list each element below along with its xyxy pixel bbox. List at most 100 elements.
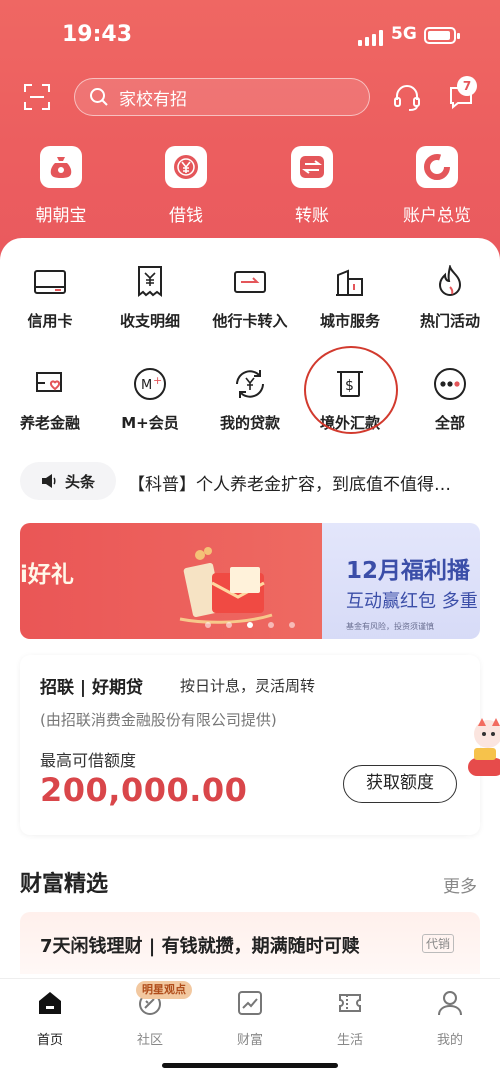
city-building-icon [336, 269, 363, 296]
ticket-icon [339, 994, 361, 1012]
loan-amount-label: 最高可借额度 [40, 751, 137, 770]
quick-item-overview[interactable]: 账户总览 [387, 146, 487, 226]
service-label: 我的贷款 [219, 414, 280, 432]
banner-left-text: i好礼 [20, 562, 74, 588]
news-tag-label: 头条 [64, 472, 95, 491]
service-city[interactable]: 城市服务 [300, 262, 400, 331]
more-dots-icon [434, 368, 466, 400]
signal-icon [358, 30, 384, 46]
pagination-dot [205, 622, 211, 628]
network-type: 5G [391, 24, 417, 44]
m-plus-icon: M + [134, 368, 166, 400]
loan-subtitle: 按日计息，灵活周转 [180, 677, 316, 695]
battery-icon [424, 27, 460, 44]
wealth-product-tag: 代销 [422, 934, 455, 953]
banner-right-disclaimer: 基金有风险，投资须谨慎 [346, 622, 434, 631]
home-indicator [162, 1063, 338, 1068]
get-credit-limit-button[interactable]: 获取额度 [343, 765, 457, 803]
customer-service-icon[interactable] [392, 82, 422, 112]
gift-illustration [179, 547, 273, 624]
wealth-product-title: 7天闲钱理财 | 有钱就攒，期满随时可赎 [40, 936, 360, 957]
pagination-dot [226, 622, 232, 628]
speaker-icon [41, 474, 56, 488]
quick-item-label: 转账 [295, 206, 329, 226]
service-all[interactable]: 全部 [400, 364, 500, 433]
service-label: 城市服务 [319, 312, 380, 330]
tab-label: 我的 [436, 1033, 463, 1048]
quick-item-label: 借钱 [169, 206, 203, 226]
news-ticker[interactable]: 头条 【科普】个人养老金扩容，到底值不值得… [20, 462, 490, 502]
loan-amount: 200,000.00 [40, 771, 248, 809]
svg-text:+: + [153, 374, 162, 387]
quick-item-borrow[interactable]: 借钱 [136, 146, 236, 226]
community-promo-pill: 明星观点 [136, 981, 192, 999]
service-label: 他行卡转入 [212, 312, 288, 330]
banner-right-title: 12月福利播 [346, 558, 471, 584]
loan-card[interactable]: 招联 | 好期贷 按日计息，灵活周转 (由招联消费金融股份有限公司提供) 最高可… [20, 655, 480, 835]
scan-icon[interactable] [24, 84, 50, 110]
news-headline: 【科普】个人养老金扩容，到底值不值得… [128, 475, 451, 495]
search-placeholder: 家校有招 [119, 89, 187, 110]
tab-label: 财富 [236, 1033, 263, 1048]
wealth-section-title: 财富精选 [20, 872, 109, 897]
banner-pagination [205, 622, 310, 628]
tab-label: 生活 [336, 1033, 363, 1048]
service-label: 收支明细 [119, 312, 180, 330]
promo-banner[interactable]: i好礼 12月福利播 互动赢红包 多重 基金有风险，投资须谨慎 [20, 523, 480, 639]
floating-mascot-icon[interactable] [462, 712, 500, 790]
message-badge: 7 [457, 76, 477, 96]
loan-cycle-icon [236, 370, 264, 398]
banner-slide-right: 12月福利播 互动赢红包 多重 基金有风险，投资须谨慎 [322, 523, 480, 639]
service-label: 养老金融 [19, 414, 80, 432]
service-credit-card[interactable]: 信用卡 [0, 262, 100, 331]
credit-card-icon [34, 270, 66, 294]
home-icon [39, 992, 61, 1014]
tab-home[interactable]: 首页 [10, 989, 90, 1048]
banner-right-subtitle: 互动赢红包 多重 [346, 591, 478, 612]
svg-text:M: M [141, 378, 152, 393]
chart-card-icon [238, 991, 262, 1015]
tab-life[interactable]: 生活 [310, 989, 390, 1048]
tab-wealth[interactable]: 财富 [210, 989, 290, 1048]
pension-card-icon [36, 372, 62, 392]
quick-item-label: 朝朝宝 [35, 206, 87, 226]
service-m-plus[interactable]: M + M+会员 [100, 364, 200, 433]
receipt-icon [138, 266, 162, 297]
money-bag-icon [40, 146, 82, 188]
search-bar[interactable]: 家校有招 [74, 78, 370, 116]
wealth-product-card[interactable]: 7天闲钱理财 | 有钱就攒，期满随时可赎 代销 [20, 912, 480, 974]
pagination-dot [289, 622, 295, 628]
tab-mine[interactable]: 我的 [410, 989, 490, 1048]
pagination-dot [268, 622, 274, 628]
wealth-more-link[interactable]: 更多 [443, 872, 477, 897]
loan-provider-note: (由招联消费金融股份有限公司提供) [40, 711, 277, 729]
search-icon [90, 88, 108, 106]
flame-icon [438, 265, 462, 296]
service-my-loans[interactable]: 我的贷款 [200, 364, 300, 433]
service-card-transfer-in[interactable]: 他行卡转入 [200, 262, 300, 331]
service-label: M+会员 [121, 414, 179, 432]
service-pension[interactable]: 养老金融 [0, 364, 100, 433]
status-bar: 19:43 5G [0, 22, 500, 52]
highlight-circle [304, 346, 398, 434]
ring-chart-icon [416, 146, 458, 188]
tab-label: 首页 [36, 1033, 63, 1048]
service-label: 热门活动 [419, 312, 480, 330]
tab-label: 社区 [136, 1033, 163, 1048]
service-label: 信用卡 [27, 312, 73, 330]
yuan-coin-icon [165, 146, 207, 188]
quick-item-zhaozhaobao[interactable]: 朝朝宝 [11, 146, 111, 226]
status-time: 19:43 [62, 22, 133, 47]
service-hot-events[interactable]: 热门活动 [400, 262, 500, 331]
person-icon [438, 991, 462, 1016]
loan-title: 招联 | 好期贷 [40, 678, 144, 698]
quick-item-transfer[interactable]: 转账 [262, 146, 362, 226]
card-transfer-icon [234, 271, 266, 293]
service-label: 全部 [434, 414, 465, 432]
transfer-arrows-icon [291, 146, 333, 188]
news-tag: 头条 [20, 462, 116, 500]
service-statement[interactable]: 收支明细 [100, 262, 200, 331]
pagination-dot-active [247, 622, 253, 628]
bottom-tab-bar: 首页 社区 财富 生活 我的 [0, 978, 500, 1070]
quick-item-label: 账户总览 [403, 206, 471, 226]
